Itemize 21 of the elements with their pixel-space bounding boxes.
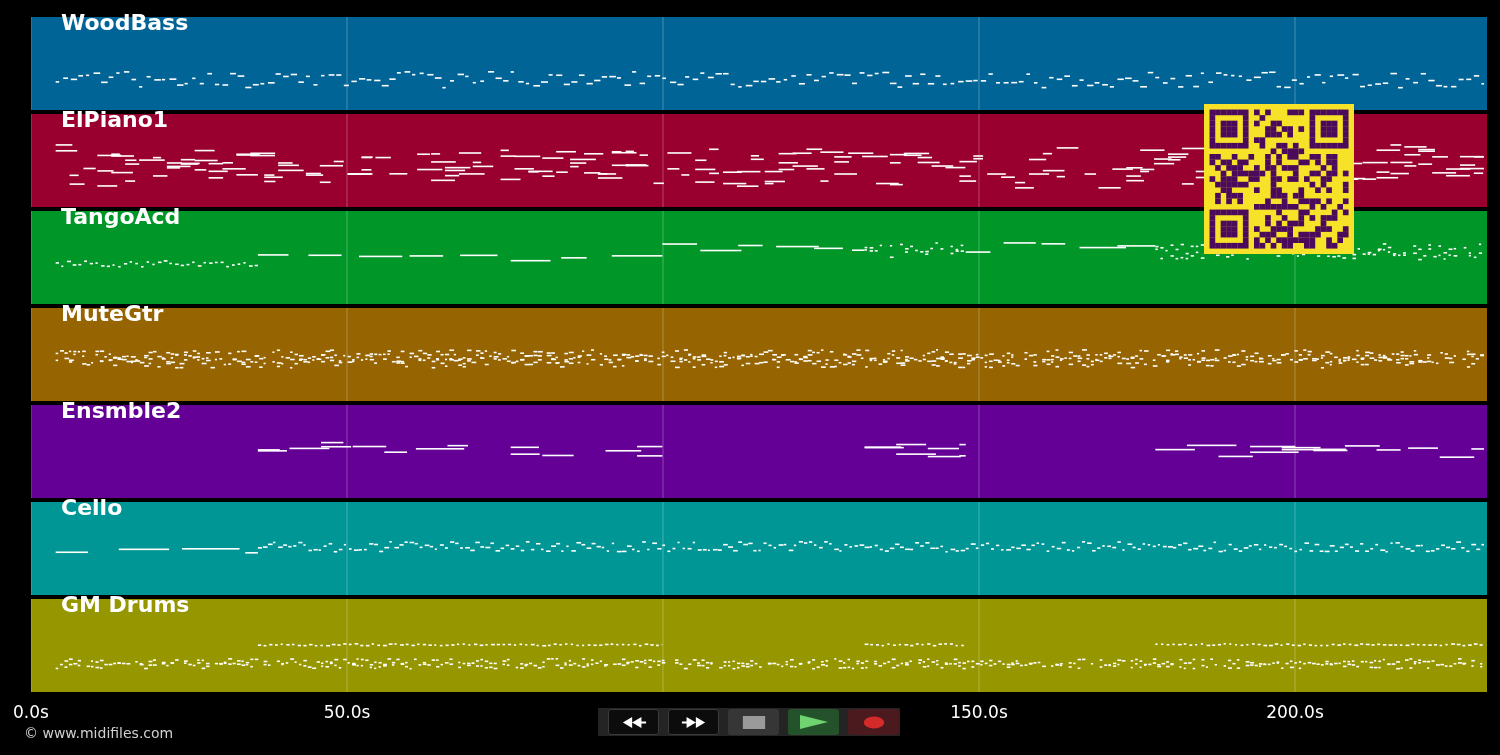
track-name: TangoAcd xyxy=(61,204,181,230)
axis-tick-label: 200.0s xyxy=(1266,702,1324,722)
play-button[interactable] xyxy=(788,709,839,735)
fast-forward-button[interactable] xyxy=(668,709,719,735)
play-icon xyxy=(798,714,829,730)
fast-forward-icon xyxy=(680,715,707,729)
stop-button[interactable] xyxy=(728,709,779,735)
record-button[interactable] xyxy=(848,709,899,735)
axis-tick-label: 150.0s xyxy=(950,702,1008,722)
track-name: Ensmble2 xyxy=(61,398,182,424)
track-name: WoodBass xyxy=(61,10,189,36)
rewind-button[interactable] xyxy=(608,709,659,735)
track-name: Cello xyxy=(61,495,123,521)
copyright-text: © www.midifiles.com xyxy=(24,725,174,742)
rewind-icon xyxy=(620,715,647,729)
track-name: GM Drums xyxy=(61,592,190,618)
axis-tick-label: 50.0s xyxy=(323,702,371,722)
stop-icon xyxy=(740,715,767,729)
track-name: MuteGtr xyxy=(61,301,164,327)
track-name: ElPiano1 xyxy=(61,107,169,133)
axis-tick-label: 0.0s xyxy=(13,702,49,722)
